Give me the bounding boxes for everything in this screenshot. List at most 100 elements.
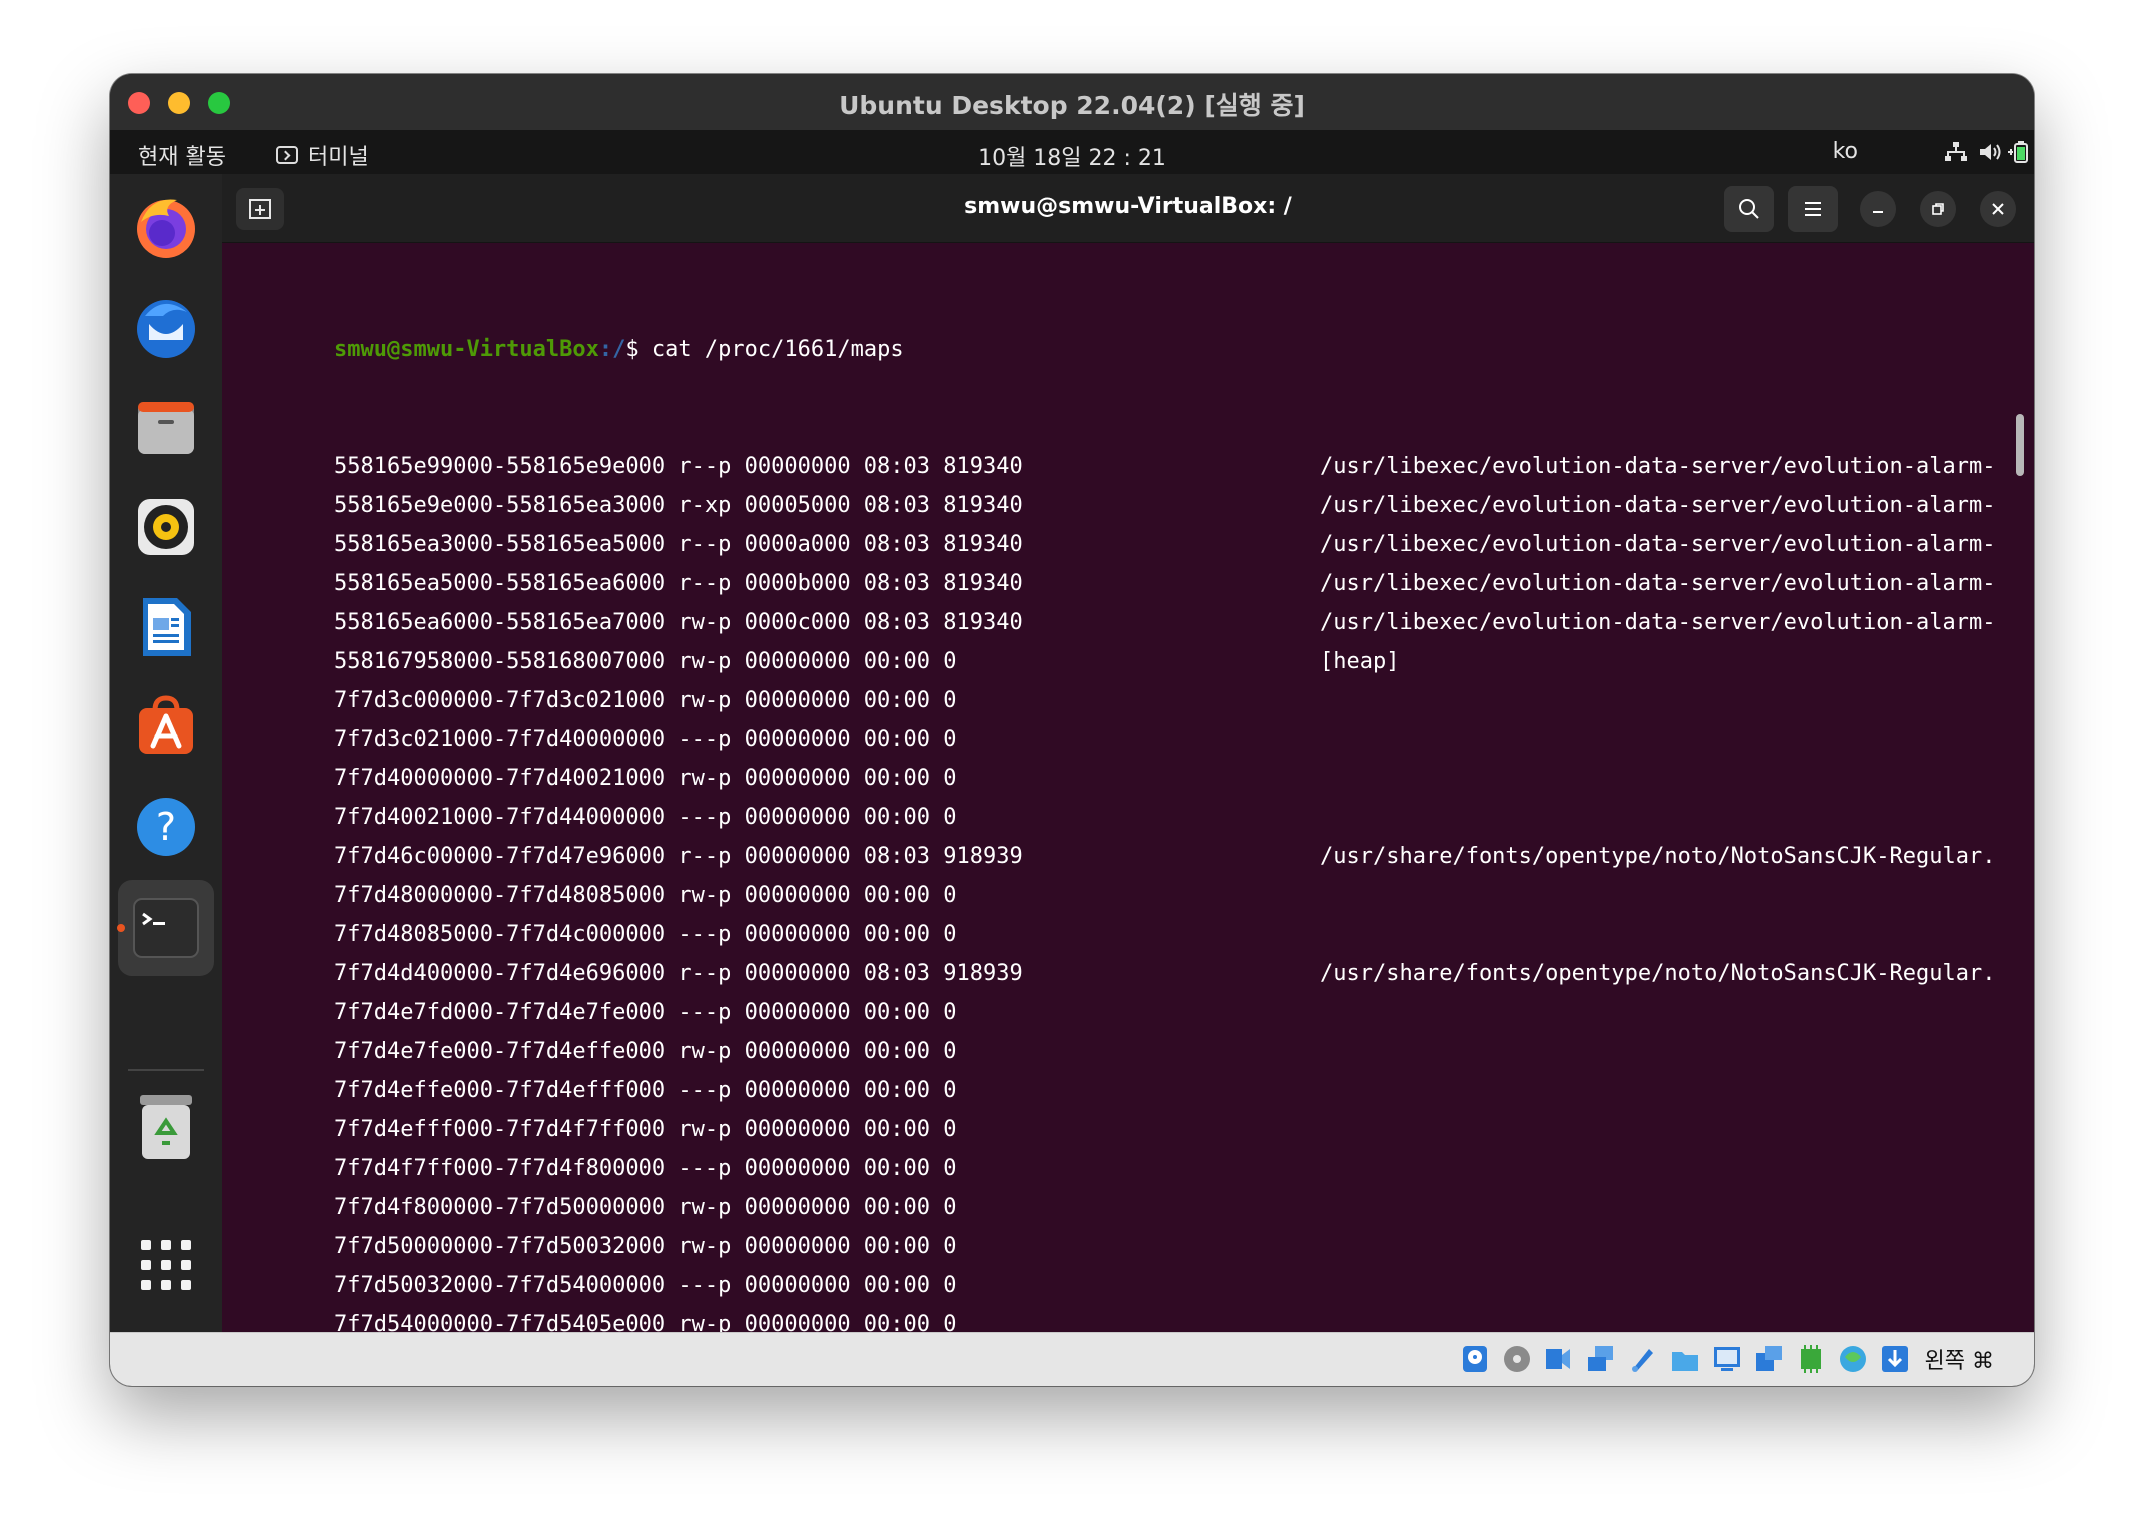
usb-icon[interactable] — [1627, 1343, 1659, 1375]
minimize-icon — [1873, 211, 1883, 213]
dock-ubuntu-software[interactable] — [131, 692, 201, 762]
output-line: 7f7d48000000-7f7d48085000 rw-p 00000000 … — [334, 876, 1994, 915]
restore-icon — [1932, 203, 1944, 215]
hard-disk-icon[interactable] — [1459, 1343, 1491, 1375]
dock-help[interactable]: ? — [131, 792, 201, 862]
output-line: 558165ea5000-558165ea6000 r--p 0000b000 … — [334, 564, 1994, 603]
host-key-label: 왼쪽 ⌘ — [1924, 1349, 1994, 1374]
dock-trash[interactable] — [131, 1092, 201, 1162]
firefox-icon — [137, 199, 195, 258]
network-icon[interactable] — [1944, 141, 1968, 163]
mapping-fields: 7f7d54000000-7f7d5405e000 rw-p 00000000 … — [334, 1312, 957, 1332]
minimize-button[interactable] — [1860, 191, 1896, 227]
mapping-fields: 7f7d4d400000-7f7d4e696000 r--p 00000000 … — [334, 961, 1023, 986]
dock-firefox[interactable] — [131, 192, 201, 262]
output-line: 7f7d4effe000-7f7d4efff000 ---p 00000000 … — [334, 1071, 1994, 1110]
dock-terminal[interactable] — [118, 880, 214, 976]
command-text: cat /proc/1661/maps — [651, 337, 904, 362]
output-line: 7f7d50000000-7f7d50032000 rw-p 00000000 … — [334, 1227, 1994, 1266]
output-line: 558165ea3000-558165ea5000 r--p 0000a000 … — [334, 525, 1994, 564]
mapping-fields: 7f7d4f7ff000-7f7d4f800000 ---p 00000000 … — [334, 1156, 957, 1181]
running-indicator — [117, 924, 125, 932]
output-line: 558165e9e000-558165ea3000 r-xp 00005000 … — [334, 486, 1994, 525]
audio-icon[interactable] — [1543, 1343, 1575, 1375]
window-titlebar[interactable]: Ubuntu Desktop 22.04(2) [실행 중] — [110, 74, 2034, 131]
gnome-top-bar: 현재 활동 터미널 10월 18일 22 : 21 ko — [110, 130, 2034, 174]
mapping-fields: 7f7d4effe000-7f7d4efff000 ---p 00000000 … — [334, 1078, 957, 1103]
mapping-fields: 7f7d3c021000-7f7d40000000 ---p 00000000 … — [334, 727, 957, 752]
volume-icon[interactable] — [1978, 141, 2002, 163]
clock-label: 10월 18일 22 : 21 — [978, 146, 1166, 171]
software-store-icon — [139, 695, 193, 754]
battery-icon[interactable] — [2008, 141, 2032, 163]
display-icon[interactable] — [1711, 1343, 1743, 1375]
network-adapter-icon[interactable] — [1585, 1343, 1617, 1375]
mapping-fields: 7f7d4efff000-7f7d4f7ff000 rw-p 00000000 … — [334, 1117, 957, 1142]
mapping-path: /usr/libexec/evolution-data-server/evolu… — [1320, 532, 1994, 557]
terminal-scrollbar[interactable] — [2016, 414, 2024, 476]
output-line: 7f7d4efff000-7f7d4f7ff000 rw-p 00000000 … — [334, 1110, 1994, 1149]
window-title: Ubuntu Desktop 22.04(2) [실행 중] — [839, 91, 1305, 120]
dock-files[interactable] — [131, 392, 201, 462]
mapping-fields: 558165e99000-558165e9e000 r--p 00000000 … — [334, 454, 1023, 479]
mapping-fields: 7f7d3c000000-7f7d3c021000 rw-p 00000000 … — [334, 688, 957, 713]
input-language-indicator[interactable]: ko — [1833, 139, 1858, 164]
mapping-path: /usr/share/fonts/opentype/noto/NotoSansC… — [1320, 961, 1994, 986]
virtualbox-statusbar: 왼쪽 ⌘ — [110, 1332, 2034, 1386]
mapping-fields: 7f7d48085000-7f7d4c000000 ---p 00000000 … — [334, 922, 957, 947]
menu-icon — [1805, 202, 1821, 216]
shared-folders-icon[interactable] — [1669, 1343, 1701, 1375]
prompt-line: smwu@smwu-VirtualBox:/$ cat /proc/1661/m… — [334, 330, 1994, 369]
hamburger-menu-button[interactable] — [1788, 186, 1838, 232]
terminal-icon — [133, 898, 199, 958]
guest-additions-icon[interactable] — [1837, 1343, 1869, 1375]
writer-icon — [143, 598, 191, 656]
mapping-fields: 7f7d50032000-7f7d54000000 ---p 00000000 … — [334, 1273, 957, 1298]
clock[interactable]: 10월 18일 22 : 21 — [110, 140, 2034, 172]
mapping-fields: 7f7d48000000-7f7d48085000 rw-p 00000000 … — [334, 883, 957, 908]
dock-rhythmbox[interactable] — [131, 492, 201, 562]
dock-separator — [128, 1069, 204, 1071]
prompt-path: :/ — [598, 337, 626, 362]
output-line: 558165ea6000-558165ea7000 rw-p 0000c000 … — [334, 603, 1994, 642]
mapping-fields: 558165ea6000-558165ea7000 rw-p 0000c000 … — [334, 610, 1023, 635]
help-icon: ? — [137, 798, 195, 856]
search-button[interactable] — [1724, 186, 1774, 232]
mapping-fields: 558165e9e000-558165ea3000 r-xp 00005000 … — [334, 493, 1023, 518]
mapping-fields: 7f7d4e7fd000-7f7d4e7fe000 ---p 00000000 … — [334, 1000, 957, 1025]
output-line: 7f7d40021000-7f7d44000000 ---p 00000000 … — [334, 798, 1994, 837]
maximize-button[interactable] — [1920, 191, 1956, 227]
output-line: 7f7d4f800000-7f7d50000000 rw-p 00000000 … — [334, 1188, 1994, 1227]
mapping-fields: 7f7d46c00000-7f7d47e96000 r--p 00000000 … — [334, 844, 1023, 869]
output-line: 7f7d54000000-7f7d5405e000 rw-p 00000000 … — [334, 1305, 1994, 1332]
output-line: 7f7d4d400000-7f7d4e696000 r--p 00000000 … — [334, 954, 1994, 993]
cpu-icon[interactable] — [1795, 1343, 1827, 1375]
output-line: 558165e99000-558165e9e000 r--p 00000000 … — [334, 447, 1994, 486]
terminal-output[interactable]: smwu@smwu-VirtualBox:/$ cat /proc/1661/m… — [334, 252, 1994, 1332]
optical-drive-icon[interactable] — [1501, 1343, 1533, 1375]
virtualbox-window: Ubuntu Desktop 22.04(2) [실행 중] 현재 활동 터미널… — [110, 74, 2034, 1386]
output-line: 7f7d50032000-7f7d54000000 ---p 00000000 … — [334, 1266, 1994, 1305]
mapping-path: /usr/share/fonts/opentype/noto/NotoSansC… — [1320, 844, 1994, 869]
search-icon — [1739, 199, 1759, 219]
mapping-path: [heap] — [1320, 649, 1400, 674]
output-line: 7f7d46c00000-7f7d47e96000 r--p 00000000 … — [334, 837, 1994, 876]
output-line: 7f7d4e7fe000-7f7d4effe000 rw-p 00000000 … — [334, 1032, 1994, 1071]
terminal-window[interactable]: smwu@smwu-VirtualBox: / smwu@smwu-Virtua… — [222, 174, 2034, 1332]
prompt-user: smwu@smwu-VirtualBox — [334, 337, 599, 362]
terminal-headerbar[interactable]: smwu@smwu-VirtualBox: / — [222, 174, 2034, 243]
mapping-fields: 7f7d4e7fe000-7f7d4effe000 rw-p 00000000 … — [334, 1039, 957, 1064]
rhythmbox-icon — [138, 499, 194, 555]
keyboard-capture-icon[interactable] — [1879, 1343, 1911, 1375]
dock-libreoffice-writer[interactable] — [131, 592, 201, 662]
close-button[interactable] — [1980, 191, 2016, 227]
files-icon — [138, 402, 194, 454]
dock: ? — [110, 174, 222, 1332]
mapping-path: /usr/libexec/evolution-data-server/evolu… — [1320, 571, 1994, 596]
output-line: 7f7d40000000-7f7d40021000 rw-p 00000000 … — [334, 759, 1994, 798]
svg-text:?: ? — [156, 805, 176, 849]
output-line: 7f7d4f7ff000-7f7d4f800000 ---p 00000000 … — [334, 1149, 1994, 1188]
show-apps-button[interactable] — [131, 1230, 201, 1300]
video-capture-icon[interactable] — [1753, 1343, 1785, 1375]
dock-thunderbird[interactable] — [131, 292, 201, 362]
